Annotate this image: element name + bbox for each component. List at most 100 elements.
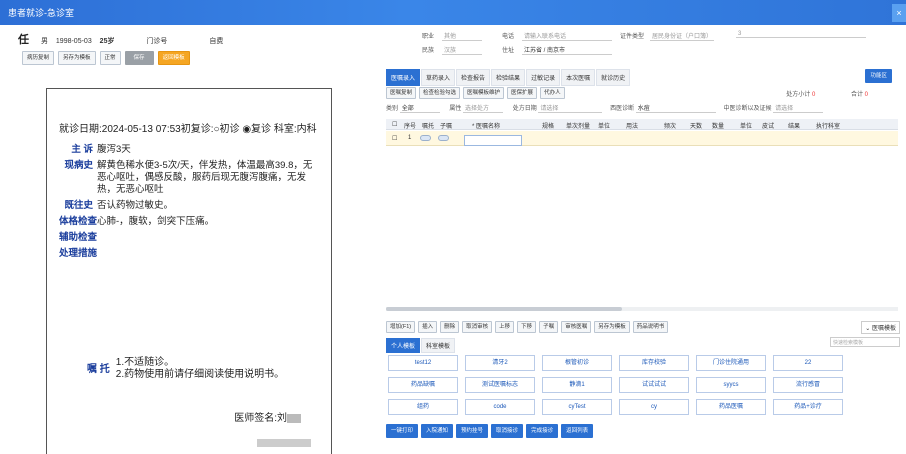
select-all-checkbox[interactable]: ☐ xyxy=(392,121,397,128)
template-grid: test12 清牙2 根管初诊 库存校验 门诊住院通用 22 药品缺嘱 测试医嘱… xyxy=(388,355,843,415)
add-button[interactable]: 增加(F1) xyxy=(386,321,416,333)
phone-label: 电话 xyxy=(502,34,515,40)
job-select[interactable]: 其他 xyxy=(442,31,482,41)
template-item[interactable]: 药品+诊疗 xyxy=(773,399,843,415)
id-no-input[interactable]: 3 xyxy=(736,31,866,38)
cancel-review-button[interactable]: 取消审核 xyxy=(462,321,493,333)
patient-no-label: 门诊号 xyxy=(146,38,168,45)
template-search-input[interactable]: 快速检索模板 xyxy=(830,337,900,347)
review-order-button[interactable]: 审核医嘱 xyxy=(561,321,592,333)
save-button[interactable]: 保存 xyxy=(124,51,154,65)
doctor-advice: 嘱 托 1.不适随诊。 2.药物使用前请仔细阅读使用说明书。 xyxy=(87,357,285,381)
template-maintain-button[interactable]: 医嘱模板维护 xyxy=(463,87,505,99)
past-history: 既往史 否认药物过敏史。 xyxy=(64,200,174,211)
template-item[interactable]: 库存校验 xyxy=(619,355,689,371)
template-tabs: 个人模板 科室模板 xyxy=(386,338,456,353)
tab-allergy[interactable]: 过敏记录 xyxy=(526,69,561,86)
order-name-input[interactable] xyxy=(464,135,522,146)
move-down-button[interactable]: 下移 xyxy=(517,321,537,333)
template-item[interactable]: 试试试试 xyxy=(619,377,689,393)
sub-order-toggle[interactable] xyxy=(438,135,449,141)
save-as-template-button[interactable]: 另存为模板 xyxy=(594,321,630,333)
phone-input[interactable]: 请输入联系电话 xyxy=(522,31,612,41)
visit-info: 就诊日期:2024-05-13 07:53初复诊:○初诊 ◉复诊 科室:内科 xyxy=(59,124,317,135)
treatment-measures: 处理措施 xyxy=(59,248,98,259)
row-checkbox[interactable]: ☐ xyxy=(392,135,397,142)
template-item[interactable]: 药品医嘱 xyxy=(696,399,766,415)
table-row[interactable]: ☐ 1 xyxy=(386,131,898,146)
template-item[interactable]: code xyxy=(465,399,535,415)
normal-button[interactable]: 正常 xyxy=(99,51,121,65)
job-label: 职业 xyxy=(422,34,435,40)
insert-button[interactable]: 插入 xyxy=(418,321,438,333)
chief-complaint: 主 诉 腹泻3天 xyxy=(71,144,131,155)
admission-notice-button[interactable]: 入院通知 xyxy=(421,424,454,438)
nation-select[interactable]: 汉族 xyxy=(442,45,482,55)
tab-herbal-entry[interactable]: 草药录入 xyxy=(421,69,456,86)
order-actions: 增加(F1) 插入 删除 取消审核 上移 下移 子嘱 审核医嘱 另存为模板 药品… xyxy=(386,321,669,333)
footer-redacted xyxy=(257,439,311,447)
type-select[interactable]: 全部 xyxy=(399,103,440,113)
agent-button[interactable]: 代办人 xyxy=(540,87,565,99)
sub-order-button[interactable]: 子嘱 xyxy=(539,321,559,333)
date-picker[interactable]: 请选择 xyxy=(538,103,603,113)
order-tabs: 医嘱录入 草药录入 检查报告 检验结果 过敏记录 本次医嘱 就诊历史 xyxy=(386,69,631,86)
template-item[interactable]: 测试医嘱标志 xyxy=(465,377,535,393)
tab-dept-template[interactable]: 科室模板 xyxy=(421,338,456,353)
move-up-button[interactable]: 上移 xyxy=(495,321,515,333)
tab-current-orders[interactable]: 本次医嘱 xyxy=(561,69,596,86)
print-all-button[interactable]: 一键打印 xyxy=(386,424,419,438)
return-list-button[interactable]: 返回列表 xyxy=(561,424,594,438)
exam-check-button[interactable]: 检查检验勾选 xyxy=(419,87,461,99)
appointment-button[interactable]: 预约挂号 xyxy=(456,424,489,438)
doctor-signature: 医师签名:刘 xyxy=(234,409,301,424)
id-type-select[interactable]: 居民身份证（户口簿） xyxy=(650,31,715,41)
template-item[interactable]: 22 xyxy=(773,355,843,371)
window-titlebar: 患者就诊-急诊室 × xyxy=(0,0,906,25)
address-label: 住址 xyxy=(502,48,515,54)
order-template-dropdown[interactable]: ⌄ 医嘱模板 xyxy=(861,321,900,334)
template-item[interactable]: syycs xyxy=(696,377,766,393)
signature-redacted xyxy=(287,413,301,423)
finish-visit-button[interactable]: 完成接诊 xyxy=(526,424,559,438)
delete-button[interactable]: 删除 xyxy=(440,321,460,333)
tcm-diagnosis-select[interactable]: 请选择 xyxy=(773,103,824,113)
template-item[interactable]: cyTest xyxy=(542,399,612,415)
order-panel: 职业 其他 电话 请输入联系电话 证件类型 居民身份证（户口簿） 3 民族 汉族… xyxy=(382,25,906,445)
tab-exam-report[interactable]: 检查报告 xyxy=(456,69,491,86)
tab-lab-result[interactable]: 检验结果 xyxy=(491,69,526,86)
advice-line[interactable]: 2.药物使用前请仔细阅读使用说明书。 xyxy=(116,369,284,381)
copy-order-button[interactable]: 医嘱复制 xyxy=(386,87,417,99)
drug-instructions-button[interactable]: 药品说明书 xyxy=(632,321,669,333)
cancel-visit-button[interactable]: 取消接诊 xyxy=(491,424,524,438)
template-item[interactable]: 清牙2 xyxy=(465,355,535,371)
medical-record-document: 就诊日期:2024-05-13 07:53初复诊:○初诊 ◉复诊 科室:内科 主… xyxy=(46,88,332,454)
western-diagnosis-select[interactable]: 水痘 xyxy=(635,103,716,113)
save-as-template-button[interactable]: 另存为模板 xyxy=(58,51,96,65)
copy-record-button[interactable]: 病历复制 xyxy=(22,51,55,65)
pay-type: 自费 xyxy=(209,38,224,45)
tab-personal-template[interactable]: 个人模板 xyxy=(386,338,421,353)
insurance-ext-button[interactable]: 医保扩展 xyxy=(507,87,538,99)
template-item[interactable]: 静滴1 xyxy=(542,377,612,393)
return-template-button[interactable]: 返回模板 xyxy=(157,51,190,65)
close-icon[interactable]: × xyxy=(892,4,906,22)
function-area-button[interactable]: 功能区 xyxy=(865,69,892,83)
entrust-toggle[interactable] xyxy=(420,135,431,141)
template-item[interactable]: test12 xyxy=(388,355,458,371)
advice-line[interactable]: 1.不适随诊。 xyxy=(116,357,284,369)
tab-visit-history[interactable]: 就诊历史 xyxy=(596,69,631,86)
template-item[interactable]: 药品缺嘱 xyxy=(388,377,458,393)
order-tools: 医嘱复制 检查检验勾选 医嘱模板维护 医保扩展 代办人 xyxy=(386,87,565,99)
template-item[interactable]: cy xyxy=(619,399,689,415)
address-select[interactable]: 江苏省 / 南京市 xyxy=(522,45,612,55)
prescription-totals: 处方小计 0 合计 0 xyxy=(786,92,868,98)
order-grid-header: ☐ 序号 嘱托 子嘱 * 医嘱名称 规格 单次剂量 单位 用法 频次 天数 数量… xyxy=(386,119,898,130)
template-item[interactable]: 根管初诊 xyxy=(542,355,612,371)
template-item[interactable]: 门诊住院通用 xyxy=(696,355,766,371)
tab-order-entry[interactable]: 医嘱录入 xyxy=(386,69,421,86)
template-item[interactable]: 组药 xyxy=(388,399,458,415)
attr-select[interactable]: 选择处方 xyxy=(463,103,504,113)
scrollbar-thumb[interactable] xyxy=(386,307,622,311)
template-item[interactable]: 流行感冒 xyxy=(773,377,843,393)
